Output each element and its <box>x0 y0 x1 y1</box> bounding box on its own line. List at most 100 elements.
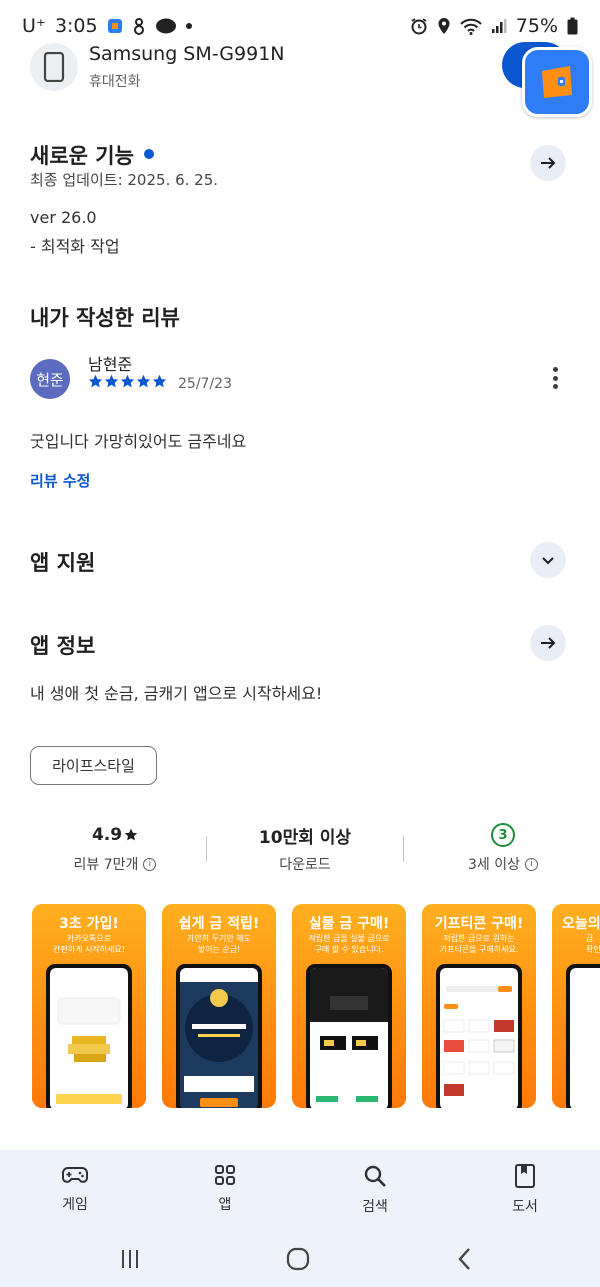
home-icon[interactable] <box>283 1244 313 1274</box>
battery-percent: 75% <box>515 15 558 37</box>
review-count: 리뷰 7만개 <box>73 857 139 873</box>
version-text: ver 26.0 <box>30 208 97 227</box>
screenshot-subtitle: 카카오톡으로 간편하게 시작하세요! <box>53 934 125 954</box>
nav-search[interactable]: 검색 <box>335 1164 415 1216</box>
apps-grid-icon <box>215 1165 235 1185</box>
category-chip[interactable]: 라이프스타일 <box>30 746 157 785</box>
review-more-options-icon[interactable] <box>545 365 565 391</box>
nav-apps-label: 앱 <box>218 1197 232 1213</box>
device-info: Samsung SM-G991N 휴대전화 <box>89 43 285 91</box>
review-date: 25/7/23 <box>178 376 232 392</box>
location-icon <box>437 17 451 35</box>
release-notes: - 최적화 작업 <box>30 237 120 256</box>
gifticon-grid-illustration <box>443 986 515 1096</box>
phone-mockup <box>176 964 262 1108</box>
gold-bars-illustration <box>56 997 122 1104</box>
screenshot-subtitle: 금 확인 <box>586 934 600 954</box>
wifi-icon <box>460 17 482 35</box>
star-icon <box>136 374 151 388</box>
rating-value: 4.9 <box>91 825 123 845</box>
whats-new-arrow-button[interactable] <box>530 145 566 181</box>
screenshot-subtitle: 가만히 두기만 해도 쌓이는 순금! <box>187 934 251 954</box>
screenshot-carousel[interactable]: 3초 가입! 카카오톡으로 간편하게 시작하세요! 쉽게 금 적립! 가만히 두기… <box>32 904 600 1109</box>
back-icon[interactable] <box>450 1244 480 1274</box>
phone-mockup <box>436 964 522 1108</box>
screenshot-title: 오늘의 <box>562 916 600 932</box>
nav-search-label: 검색 <box>362 1199 388 1215</box>
last-updated: 최종 업데이트: 2025. 6. 25. <box>30 171 219 189</box>
nav-apps[interactable]: 앱 <box>185 1164 265 1214</box>
age-rating-badge: 3 <box>491 823 515 847</box>
alarm-icon <box>410 17 428 35</box>
screenshot-2[interactable]: 쉽게 금 적립! 가만히 두기만 해도 쌓이는 순금! <box>162 904 276 1108</box>
rating-stat[interactable]: 4.9 리뷰 7만개 i <box>30 822 200 874</box>
downloads-stat: 10만회 이상 다운로드 <box>220 822 390 874</box>
arrow-right-icon <box>541 637 556 649</box>
gold-shop-illustration <box>310 968 388 1102</box>
nav-games-label: 게임 <box>62 1197 88 1213</box>
signal-icon <box>491 18 507 34</box>
status-right: 75% <box>410 15 578 37</box>
clock: 3:05 <box>54 15 98 37</box>
screenshot-1[interactable]: 3초 가입! 카카오톡으로 간편하게 시작하세요! <box>32 904 146 1108</box>
phone-mockup <box>566 964 600 1108</box>
star-icon <box>152 374 167 388</box>
info-icon[interactable]: i <box>143 857 157 871</box>
chat-bubble-icon <box>155 17 177 35</box>
reviewer-name: 남현준 <box>88 355 133 374</box>
bixby-icon <box>132 17 146 35</box>
nav-books[interactable]: 도서 <box>485 1164 565 1216</box>
phone-mockup <box>46 964 132 1108</box>
device-name: Samsung SM-G991N <box>89 43 285 65</box>
screenshot-4[interactable]: 기프티콘 구매! 적립한 금으로 원하는 기프티콘을 구매하세요. <box>422 904 536 1108</box>
system-navigation-bar <box>0 1230 600 1287</box>
nav-games[interactable]: 게임 <box>35 1164 115 1214</box>
device-selector[interactable]: Samsung SM-G991N 휴대전화 <box>30 42 570 92</box>
divider <box>206 836 207 862</box>
chevron-down-icon <box>542 557 554 565</box>
star-icon <box>120 374 135 388</box>
app-stats: 4.9 리뷰 7만개 i 10만회 이상 다운로드 3 3세 이상 i <box>0 822 600 878</box>
carrier-label: U⁺ <box>22 15 46 37</box>
info-icon[interactable]: i <box>525 857 538 871</box>
phone-mockup <box>306 964 392 1108</box>
age-rating-stat[interactable]: 3 3세 이상 i <box>418 822 588 874</box>
my-review-title: 내가 작성한 리뷰 <box>30 306 180 330</box>
star-icon <box>104 374 119 388</box>
battery-icon <box>567 17 578 35</box>
app-logo-icon[interactable] <box>522 47 592 117</box>
gold-balance-illustration <box>180 968 258 1107</box>
app-support-title: 앱 지원 <box>30 551 96 575</box>
avatar: 현준 <box>30 359 70 399</box>
download-count: 10만회 이상 <box>258 827 352 848</box>
screenshot-3[interactable]: 실물 금 구매! 적립한 금을 실물 금으로 구매 할 수 있습니다. <box>292 904 406 1108</box>
more-notifications-dot-icon <box>185 23 192 29</box>
new-indicator-dot <box>143 149 154 159</box>
device-type: 휴대전화 <box>89 74 141 90</box>
app-info-title: 앱 정보 <box>30 634 96 658</box>
divider <box>403 836 404 862</box>
app-description: 내 생애 첫 순금, 금캐기 앱으로 시작하세요! <box>30 684 323 703</box>
screenshot-title: 쉽게 금 적립! <box>178 916 260 932</box>
whats-new-title-text: 새로운 기능 <box>30 144 134 168</box>
screenshot-5[interactable]: 오늘의 금 확인 <box>552 904 600 1108</box>
gamepad-icon <box>62 1167 88 1183</box>
nav-books-label: 도서 <box>512 1199 538 1215</box>
star-rating <box>88 374 167 389</box>
edit-review-link[interactable]: 리뷰 수정 <box>30 470 90 491</box>
screenshot-subtitle: 적립한 금으로 원하는 기프티콘을 구매하세요. <box>439 934 519 954</box>
app-info-arrow-button[interactable] <box>530 625 566 661</box>
recent-apps-icon[interactable] <box>115 1244 145 1274</box>
status-left: U⁺ 3:05 <box>22 15 192 37</box>
review-text: 굿입니다 가망히있어도 금주네요 <box>30 432 247 451</box>
phone-icon <box>30 43 78 91</box>
whats-new-title: 새로운 기능 <box>30 140 154 170</box>
screenshot-title: 실물 금 구매! <box>308 916 390 932</box>
screenshot-title: 3초 가입! <box>59 916 119 932</box>
book-icon <box>515 1164 535 1188</box>
app-notification-icon <box>107 18 123 34</box>
age-rating-label: 3세 이상 <box>468 857 520 873</box>
bottom-navigation: 게임 앱 검색 도서 <box>0 1150 600 1230</box>
app-support-expand-button[interactable] <box>530 542 566 578</box>
screenshot-subtitle: 적립한 금을 실물 금으로 구매 할 수 있습니다. <box>308 934 390 954</box>
